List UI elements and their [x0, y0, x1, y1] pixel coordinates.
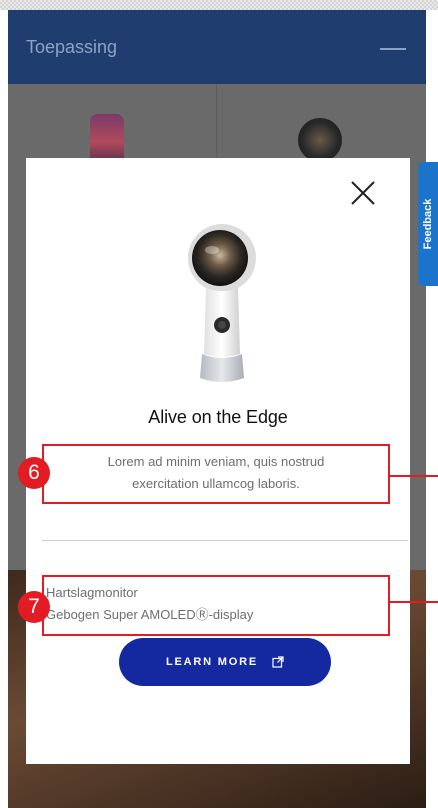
app-header: Toepassing	[8, 10, 426, 84]
learn-more-label: LEARN MORE	[166, 656, 258, 668]
collapse-icon[interactable]	[380, 48, 406, 50]
description-line-1: Lorem ad minim veniam, quis nostrud	[107, 454, 325, 469]
app-header-title: Toepassing	[26, 36, 118, 57]
close-icon	[351, 181, 375, 205]
feedback-label: Feedback	[422, 198, 434, 250]
annotation-marker-7: 7	[18, 591, 50, 623]
feature-item: Hartslagmonitor	[46, 585, 138, 600]
top-strip	[0, 0, 438, 10]
product-camera-image	[188, 224, 256, 382]
learn-more-button[interactable]: LEARN MORE	[119, 638, 331, 686]
camera-thumbnail[interactable]	[298, 118, 342, 162]
modal-headline: Alive on the Edge	[148, 407, 288, 427]
external-link-icon	[272, 656, 284, 668]
features-box: Hartslagmonitor Gebogen Super AMOLEDⓇ-di…	[42, 575, 390, 636]
description-box: Lorem ad minim veniam, quis nostrud exer…	[42, 444, 390, 504]
close-button[interactable]	[348, 178, 378, 208]
annotation-leader-6	[390, 475, 438, 477]
annotation-marker-6: 6	[18, 457, 50, 489]
separator	[42, 540, 408, 541]
annotation-leader-7	[390, 601, 438, 603]
description-line-2: exercitation ullamcog laboris.	[132, 476, 300, 491]
feedback-tab[interactable]: Feedback	[418, 162, 438, 286]
feature-item: Gebogen Super AMOLEDⓇ-display	[46, 607, 254, 622]
